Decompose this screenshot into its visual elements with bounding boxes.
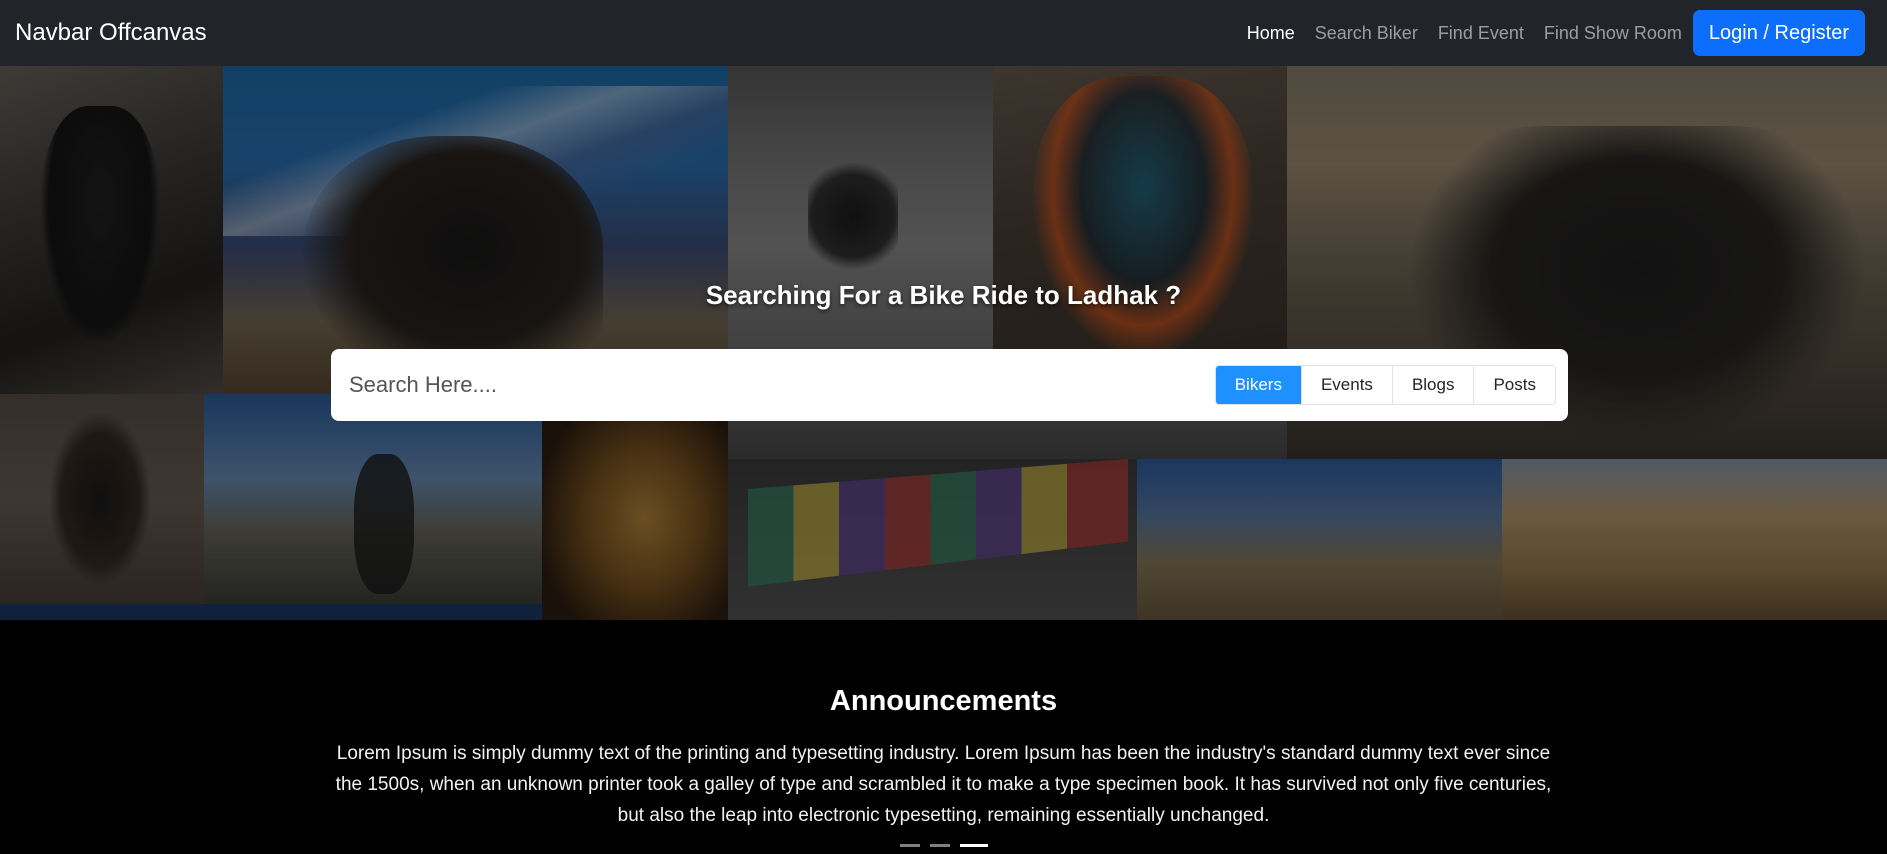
filter-posts-button[interactable]: Posts: [1473, 366, 1555, 404]
announcements-title: Announcements: [829, 685, 1058, 717]
nav-link-find-event[interactable]: Find Event: [1438, 23, 1524, 43]
filter-events-button[interactable]: Events: [1300, 366, 1392, 404]
navbar-right: Home Search Biker Find Event Find Show R…: [1227, 10, 1865, 56]
hero-title: Searching For a Bike Ride to Ladhak ?: [705, 280, 1182, 310]
hero-section: Searching For a Bike Ride to Ladhak ? Bi…: [0, 66, 1887, 620]
nav-link-home[interactable]: Home: [1247, 23, 1295, 43]
announcements-text: Lorem Ipsum is simply dummy text of the …: [335, 743, 1552, 826]
login-register-button[interactable]: Login / Register: [1692, 10, 1865, 56]
filter-bikers-button[interactable]: Bikers: [1215, 366, 1301, 404]
carousel-indicator-3[interactable]: [959, 844, 988, 847]
nav-link-find-show-room[interactable]: Find Show Room: [1544, 23, 1682, 43]
nav-link-search-biker[interactable]: Search Biker: [1315, 23, 1418, 43]
search-card: Bikers Events Blogs Posts: [331, 349, 1568, 421]
carousel-indicators: [0, 844, 1887, 847]
navbar-brand[interactable]: Navbar Offcanvas: [15, 19, 207, 47]
hero-dark-overlay: [0, 66, 1887, 620]
nav-links: Home Search Biker Find Event Find Show R…: [1227, 23, 1682, 44]
search-input[interactable]: [349, 372, 1215, 398]
filter-blogs-button[interactable]: Blogs: [1391, 366, 1474, 404]
announcements-section: Announcements Lorem Ipsum is simply dumm…: [0, 620, 1887, 854]
carousel-indicator-2[interactable]: [929, 844, 950, 847]
navbar: Navbar Offcanvas Home Search Biker Find …: [0, 0, 1887, 66]
search-filter-group: Bikers Events Blogs Posts: [1214, 365, 1556, 405]
carousel-indicator-1[interactable]: [899, 844, 920, 847]
